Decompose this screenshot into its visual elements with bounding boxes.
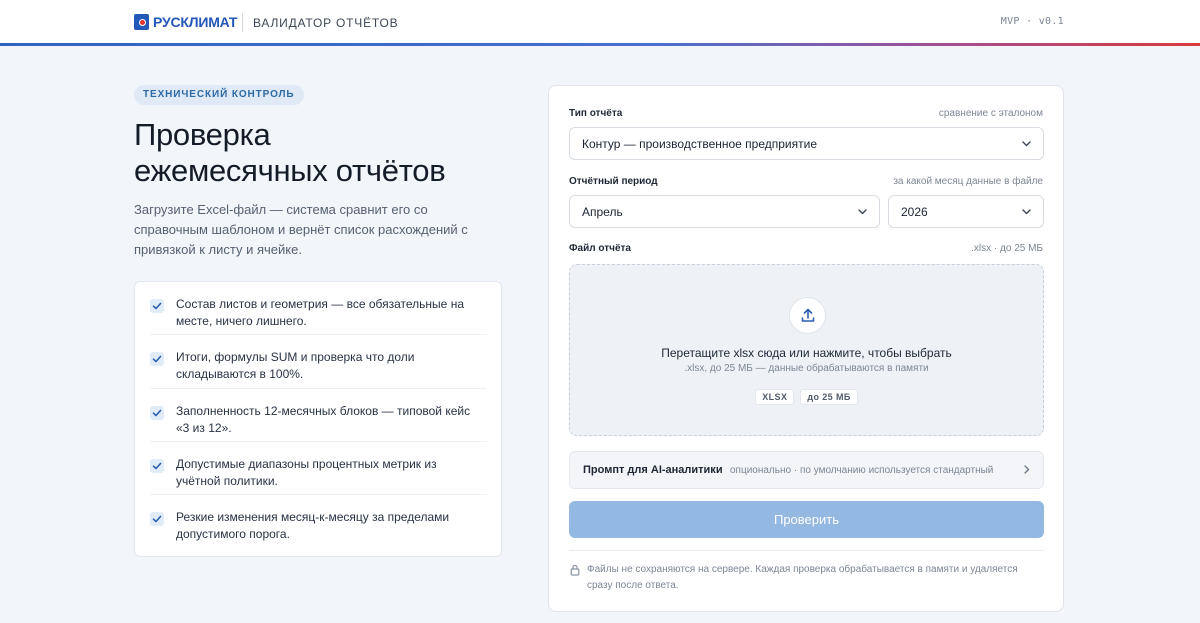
app-title: ВАЛИДАТОР ОТЧЁТОВ: [253, 16, 399, 30]
checks-list: Состав листов и геометрия — все обязател…: [134, 281, 502, 557]
check-item-text: Итоги, формулы SUM и проверка что доли с…: [176, 350, 415, 382]
report-type-value: Контур — производственное предприятие: [582, 136, 818, 151]
report-type-hint: сравнение с эталоном: [938, 108, 1043, 119]
upload-icon: [789, 297, 826, 334]
version-label: MVP · v0.1: [1000, 16, 1064, 27]
check-item: Допустимые диапазоны процентных метрик и…: [150, 442, 486, 496]
month-value: Апрель: [582, 204, 623, 219]
brand-logo[interactable]: РУСКЛИМАТ: [134, 14, 237, 30]
checkmark-icon: [150, 405, 164, 420]
page-title-line2: ежемесячных отчётов: [134, 153, 446, 188]
page-description: Загрузите Excel-файл — система сравнит е…: [134, 202, 468, 257]
rusklimat-logo-icon: [134, 14, 149, 30]
chevron-down-icon: [1022, 209, 1031, 215]
file-dropzone[interactable]: Перетащите xlsx сюда или нажмите, чтобы …: [569, 264, 1044, 436]
header-divider: [242, 13, 243, 32]
checkmark-icon: [150, 458, 164, 473]
file-hint: .xlsx · до 25 МБ: [971, 243, 1043, 254]
checkmark-icon: [150, 299, 164, 313]
period-hint: за какой месяц данные в файле: [893, 176, 1043, 187]
check-item: Резкие изменения месяц-к-месяцу за преде…: [150, 495, 486, 548]
app-header: РУСКЛИМАТ ВАЛИДАТОР ОТЧЁТОВ MVP · v0.1: [0, 0, 1200, 46]
file-label: Файл отчёта: [569, 243, 631, 254]
year-select[interactable]: 2026: [888, 195, 1044, 228]
check-item-text: Состав листов и геометрия — все обязател…: [176, 297, 464, 328]
page-title-line1: Проверка: [134, 117, 271, 152]
page-title: Проверка ежемесячных отчётов: [134, 117, 554, 189]
period-label: Отчётный период: [569, 176, 658, 187]
footer-divider: [569, 550, 1044, 551]
check-item-text: Резкие изменения месяц-к-месяцу за преде…: [176, 510, 450, 542]
brand-stripe: [0, 43, 1200, 46]
chevron-right-icon: [1024, 465, 1030, 474]
ai-prompt-hint: опционально · по умолчанию используется …: [730, 465, 994, 476]
year-value: 2026: [901, 204, 928, 219]
upload-form-card: Тип отчёта сравнение с эталоном Контур —…: [548, 85, 1064, 612]
dropzone-subtitle: .xlsx, до 25 МБ — данные обрабатываются …: [684, 363, 929, 374]
ai-prompt-label: Промпт для AI-аналитики: [583, 464, 723, 476]
chevron-down-icon: [858, 209, 867, 215]
check-item: Состав листов и геометрия — все обязател…: [150, 282, 486, 336]
report-type-label: Тип отчёта: [569, 108, 623, 119]
checkmark-icon: [150, 512, 164, 527]
check-item: Заполненность 12-месячных блоков — типов…: [150, 389, 486, 442]
check-item-text: Заполненность 12-месячных блоков — типов…: [176, 403, 471, 435]
file-format-chips: XLSX до 25 МБ: [570, 389, 1043, 405]
check-item-text: Допустимые диапазоны процентных метрик и…: [176, 456, 437, 488]
month-select[interactable]: Апрель: [569, 195, 880, 228]
size-chip: до 25 МБ: [800, 389, 858, 405]
submit-button[interactable]: Проверить: [569, 501, 1044, 538]
ai-prompt-toggle[interactable]: Промпт для AI-аналитики опционально · по…: [569, 451, 1044, 489]
lock-icon: [570, 564, 580, 576]
dropzone-title: Перетащите xlsx сюда или нажмите, чтобы …: [661, 346, 952, 360]
brand-name: РУСКЛИМАТ: [153, 14, 238, 30]
format-chip: XLSX: [755, 389, 795, 405]
check-item: Итоги, формулы SUM и проверка что доли с…: [150, 335, 486, 389]
report-type-select[interactable]: Контур — производственное предприятие: [569, 127, 1044, 160]
checkmark-icon: [150, 352, 164, 367]
chevron-down-icon: [1022, 141, 1031, 147]
section-badge: ТЕХНИЧЕСКИЙ КОНТРОЛЬ: [134, 85, 304, 105]
privacy-note: Файлы не сохраняются на сервере. Каждая …: [587, 564, 1018, 591]
